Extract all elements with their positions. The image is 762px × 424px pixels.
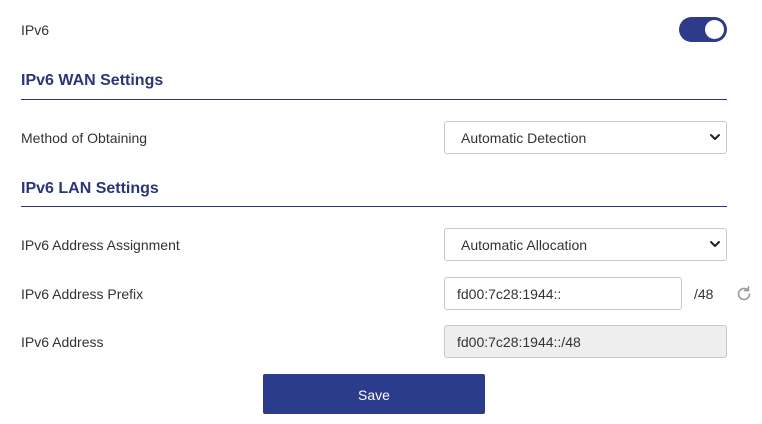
chevron-down-icon bbox=[710, 134, 720, 140]
lan-divider bbox=[21, 206, 727, 207]
address-label: IPv6 Address bbox=[21, 334, 104, 350]
ipv6-toggle[interactable] bbox=[679, 17, 727, 42]
assignment-select-value: Automatic Allocation bbox=[461, 237, 588, 253]
wan-section-title: IPv6 WAN Settings bbox=[21, 72, 164, 89]
address-field: fd00:7c28:1944::/48 bbox=[444, 325, 727, 358]
assignment-select[interactable]: Automatic Allocation bbox=[444, 228, 727, 261]
prefix-suffix: /48 bbox=[694, 286, 714, 302]
prefix-label: IPv6 Address Prefix bbox=[21, 286, 144, 302]
save-button[interactable]: Save bbox=[263, 374, 485, 414]
chevron-down-icon bbox=[710, 241, 720, 247]
ipv6-label: IPv6 bbox=[21, 22, 50, 38]
method-select[interactable]: Automatic Detection bbox=[444, 121, 727, 154]
refresh-icon[interactable] bbox=[735, 285, 753, 303]
method-label: Method of Obtaining bbox=[21, 130, 148, 146]
wan-divider bbox=[21, 99, 727, 100]
method-select-value: Automatic Detection bbox=[461, 130, 587, 146]
prefix-input[interactable]: fd00:7c28:1944:: bbox=[444, 277, 682, 310]
assignment-label: IPv6 Address Assignment bbox=[21, 237, 180, 253]
toggle-knob bbox=[705, 20, 724, 39]
address-field-value: fd00:7c28:1944::/48 bbox=[457, 334, 581, 350]
lan-section-title: IPv6 LAN Settings bbox=[21, 180, 159, 197]
prefix-input-value: fd00:7c28:1944:: bbox=[457, 286, 562, 302]
